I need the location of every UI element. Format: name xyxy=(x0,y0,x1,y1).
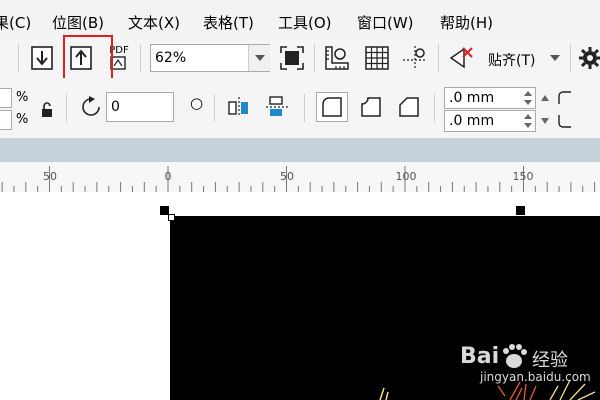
spinner-arrows-icon xyxy=(524,91,532,105)
horizontal-ruler[interactable]: 50 0 50 100 150 xyxy=(0,162,600,193)
ruler-ticks xyxy=(1,166,596,192)
watermark-url: jingyan.baidu.com xyxy=(480,370,591,384)
selection-handle[interactable] xyxy=(516,206,525,215)
ruler-tick-label: 150 xyxy=(512,170,534,183)
percent-label: % xyxy=(16,112,29,127)
watermark-brand-2: 经验 xyxy=(532,350,568,371)
corner-bottom-right-button[interactable] xyxy=(556,111,574,131)
anchor-node xyxy=(168,214,175,221)
baidu-watermark: Bai 经验 jingyan.baidu.com xyxy=(460,342,600,384)
rotation-angle-value: 0 xyxy=(111,99,120,115)
lock-ratio-button[interactable] xyxy=(38,100,56,120)
corner-top-right-button[interactable] xyxy=(556,88,574,108)
chevron-up-icon xyxy=(541,95,549,101)
ruler-tick-label: 100 xyxy=(395,170,417,183)
corner-spinner-up[interactable] xyxy=(538,88,552,108)
ruler-tick-label: 50 xyxy=(43,170,57,183)
chamfer-corner-button[interactable] xyxy=(394,92,424,122)
toolbar-divider xyxy=(214,94,215,122)
scale-x-field[interactable] xyxy=(0,88,12,108)
ruler-tick-label: 50 xyxy=(280,170,294,183)
mirror-horizontal-button[interactable] xyxy=(226,94,252,120)
corner-radius-value-1: .0 mm xyxy=(449,90,495,106)
lock-icon xyxy=(42,102,52,117)
rotation-angle-field[interactable]: 0 xyxy=(106,92,174,122)
mirror-horizontal-icon xyxy=(228,97,248,117)
mirror-vertical-button[interactable] xyxy=(264,94,290,120)
scallop-corner-icon xyxy=(361,97,381,117)
corner-spinner-2[interactable] xyxy=(520,111,536,131)
drawing-canvas[interactable]: Bai 经验 jingyan.baidu.com xyxy=(0,192,600,400)
degree-symbol: ○ xyxy=(190,94,204,112)
chevron-down-icon xyxy=(541,118,549,124)
corner-icon xyxy=(558,91,571,104)
corner-radius-value-2: .0 mm xyxy=(449,113,495,129)
scallop-corner-button[interactable] xyxy=(356,92,386,122)
watermark-brand: Bai xyxy=(460,344,500,369)
corner-icon xyxy=(558,115,571,128)
round-corner-icon xyxy=(322,97,342,117)
paw-icon xyxy=(503,344,527,368)
toolbar-divider xyxy=(434,94,435,122)
chamfer-corner-icon xyxy=(399,97,419,117)
corner-spinner-1[interactable] xyxy=(520,88,536,108)
rotation-icon-wrap xyxy=(78,94,104,120)
toolbar-divider xyxy=(304,94,305,122)
corner-spinner-down[interactable] xyxy=(538,111,552,131)
document-tab-strip xyxy=(0,138,600,162)
ruler-tick-label: 0 xyxy=(164,170,172,183)
spinner-arrows-icon xyxy=(524,114,532,128)
rotate-icon xyxy=(82,96,100,116)
mirror-vertical-icon xyxy=(266,96,288,116)
percent-label: % xyxy=(16,90,29,105)
property-bar: % % 0 ○ .0 mm .0 mm xyxy=(0,78,600,139)
toolbar-divider xyxy=(66,94,67,122)
round-corner-button[interactable] xyxy=(316,92,348,122)
scale-y-field[interactable] xyxy=(0,110,12,130)
